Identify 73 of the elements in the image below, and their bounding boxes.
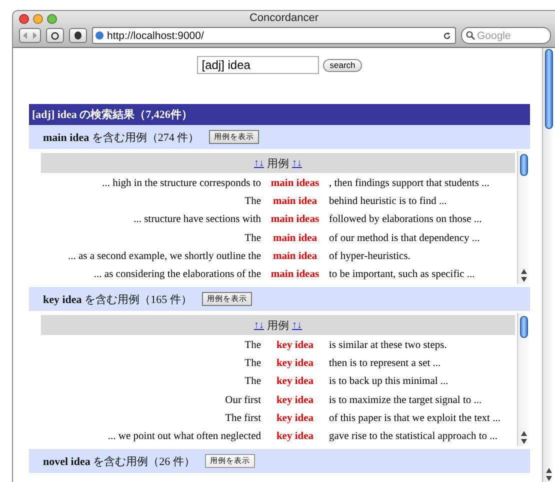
- back-forward-button[interactable]: [19, 28, 41, 43]
- keyword: main idea: [272, 196, 318, 207]
- right-context: gave rise to the statistical approach to ...: [328, 431, 499, 442]
- search-icon: [466, 31, 475, 40]
- column-title: 用例: [267, 318, 289, 332]
- left-context: The: [244, 196, 262, 207]
- right-context: then is to represent a set ...: [328, 358, 442, 369]
- scroll-down-icon[interactable]: [521, 277, 527, 282]
- keyword: key idea: [275, 394, 315, 406]
- left-context: The: [244, 340, 262, 351]
- left-context: ... structure have sections with: [132, 214, 262, 226]
- sort-link[interactable]: ↑↓: [254, 158, 264, 168]
- scroll-up-icon[interactable]: [546, 468, 552, 473]
- scrollbar[interactable]: [542, 48, 555, 482]
- group-title: key idea を含む用例（165 件）: [43, 292, 192, 306]
- oval-icon: [74, 31, 82, 40]
- keyword: main ideas: [270, 214, 320, 226]
- group-title: main idea を含む用例（274 件）: [43, 130, 200, 144]
- stop-button[interactable]: [46, 28, 64, 43]
- right-context: followed by elaborations on those ...: [328, 214, 483, 226]
- right-context: , then findings support that students ...: [328, 178, 490, 189]
- minimize-icon[interactable]: [33, 14, 43, 24]
- keyword: key idea: [275, 431, 315, 442]
- left-context: Our first: [224, 394, 262, 406]
- scrollbar[interactable]: [517, 313, 530, 446]
- right-context: to be important, such as specific ...: [328, 269, 476, 280]
- sort-link[interactable]: ↑↓: [254, 320, 264, 330]
- zoom-icon[interactable]: [47, 14, 57, 24]
- sort-link[interactable]: ↑↓: [292, 320, 302, 330]
- left-context: The: [244, 376, 262, 388]
- left-context: ... as a second example, we shortly outline the: [66, 250, 262, 262]
- scroll-up-icon[interactable]: [521, 431, 527, 436]
- right-context: of our method is that dependency ...: [328, 232, 481, 244]
- scrollbar[interactable]: [517, 151, 530, 284]
- left-context: ... high in the structure corresponds to: [101, 178, 262, 189]
- circle-icon: [51, 32, 59, 40]
- left-context: ... as considering the elaborations of the: [92, 269, 262, 280]
- back-forward-arrows-icon: [23, 32, 37, 39]
- extension-button[interactable]: [69, 28, 87, 43]
- search-button[interactable]: search: [322, 58, 362, 72]
- keyword: key idea: [275, 412, 315, 424]
- close-icon[interactable]: [19, 14, 29, 24]
- left-context: The: [244, 232, 262, 244]
- keyword: main idea: [272, 250, 318, 262]
- keyword: key idea: [275, 340, 315, 351]
- keyword: key idea: [275, 376, 315, 388]
- query-field[interactable]: [adj] idea: [196, 56, 319, 74]
- left-context: ... we point out what often neglected: [106, 431, 262, 442]
- keyword: main ideas: [270, 269, 320, 280]
- url-field[interactable]: http://localhost:9000/: [92, 27, 456, 44]
- keyword: key idea: [275, 358, 315, 369]
- reload-icon[interactable]: [443, 32, 451, 40]
- sort-link[interactable]: ↑↓: [292, 158, 302, 168]
- scroll-thumb[interactable]: [520, 316, 528, 338]
- scroll-thumb[interactable]: [545, 49, 553, 129]
- scroll-down-icon[interactable]: [521, 439, 527, 444]
- right-context: is similar at these two steps.: [328, 340, 448, 351]
- right-context: behind heuristic is to find ...: [328, 196, 448, 207]
- right-context: of hyper-heuristics.: [328, 250, 412, 262]
- keyword: main idea: [272, 232, 318, 244]
- right-context: is to maximize the target signal to ...: [328, 394, 483, 406]
- right-context: is to back up this minimal ...: [328, 376, 450, 388]
- window-title: Concordancer: [249, 12, 319, 24]
- group-title: novel idea を含む用例（26 件）: [43, 454, 195, 468]
- scroll-up-icon[interactable]: [521, 269, 527, 274]
- left-context: The first: [224, 412, 262, 424]
- column-title: 用例: [267, 156, 289, 170]
- scroll-thumb[interactable]: [520, 154, 528, 176]
- keyword: main ideas: [270, 178, 320, 189]
- results-header: [adj] idea の検索結果（7,426件）: [29, 104, 530, 125]
- scroll-down-icon[interactable]: [546, 476, 552, 481]
- right-context: of this paper is that we exploit the text ...: [328, 412, 502, 424]
- left-context: The: [244, 358, 262, 369]
